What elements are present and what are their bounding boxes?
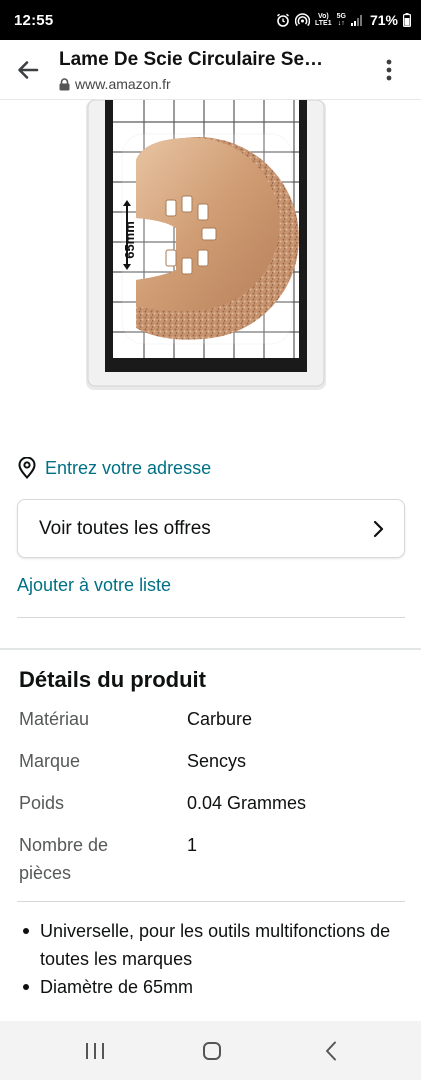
feature-bullet: Universelle, pour les outils multifoncti… xyxy=(19,917,399,973)
blade-size-label: 65mm xyxy=(122,221,137,259)
back-arrow-icon xyxy=(18,61,39,79)
url-text: www.amazon.fr xyxy=(75,76,171,92)
bullet-dot xyxy=(23,928,29,934)
details-value: 0.04 Grammes xyxy=(187,793,307,813)
back-button[interactable] xyxy=(12,54,44,86)
page-title: Lame De Scie Circulaire Se… xyxy=(59,49,324,70)
details-key: Marque xyxy=(19,751,81,771)
feature-bullet: Diamètre de 65mm xyxy=(19,973,399,1001)
back-icon xyxy=(326,1041,336,1061)
details-key: Nombre de pièces xyxy=(19,835,109,883)
details-key: Poids xyxy=(19,793,65,813)
home-icon xyxy=(203,1042,221,1060)
enter-address-link[interactable]: Entrez votre adresse xyxy=(45,458,211,479)
status-icons: Vo) LTE1 5G ↓↑ 71% xyxy=(276,12,411,28)
recent-apps-icon xyxy=(86,1043,104,1059)
hotspot-icon xyxy=(295,13,311,27)
feature-bullets: Universelle, pour les outils multifoncti… xyxy=(19,917,399,1001)
system-nav-bar xyxy=(0,1021,421,1080)
details-value: Carbure xyxy=(187,709,253,729)
recent-apps-button[interactable] xyxy=(75,1036,115,1066)
details-key: Matériau xyxy=(19,709,90,729)
chevron-right-icon xyxy=(373,520,384,537)
battery-percent: 71% xyxy=(369,12,398,28)
status-bar: 12:55 Vo) LTE1 5G ↓↑ 71% xyxy=(0,0,421,40)
alarm-icon xyxy=(276,13,290,27)
page-url[interactable]: www.amazon.fr xyxy=(59,76,171,92)
divider xyxy=(17,617,405,618)
product-image[interactable]: 65mm xyxy=(84,100,330,394)
details-value: Sencys xyxy=(187,751,247,771)
more-vert-icon xyxy=(386,59,392,81)
browser-header: Lame De Scie Circulaire Se… www.amazon.f… xyxy=(0,40,421,100)
delivery-address-row[interactable]: Entrez votre adresse xyxy=(17,457,211,479)
more-options-button[interactable] xyxy=(375,56,403,84)
home-button[interactable] xyxy=(192,1036,232,1066)
divider xyxy=(17,901,405,902)
battery-icon xyxy=(403,13,411,27)
lock-icon xyxy=(59,77,70,90)
product-details-title: Détails du produit xyxy=(19,667,206,692)
volte-icon: Vo) LTE1 xyxy=(315,13,332,27)
offers-label: Voir toutes les offres xyxy=(39,517,211,539)
see-all-offers-button[interactable]: Voir toutes les offres xyxy=(17,499,405,558)
5g-icon: 5G ↓↑ xyxy=(336,13,346,27)
details-value: 1 xyxy=(187,835,198,855)
bullet-dot xyxy=(23,984,29,990)
signal-icon xyxy=(350,14,363,26)
add-to-list-link[interactable]: Ajouter à votre liste xyxy=(17,575,171,596)
location-pin-icon xyxy=(18,457,36,479)
status-time: 12:55 xyxy=(14,11,54,29)
section-separator xyxy=(0,648,421,650)
nav-back-button[interactable] xyxy=(311,1036,351,1066)
